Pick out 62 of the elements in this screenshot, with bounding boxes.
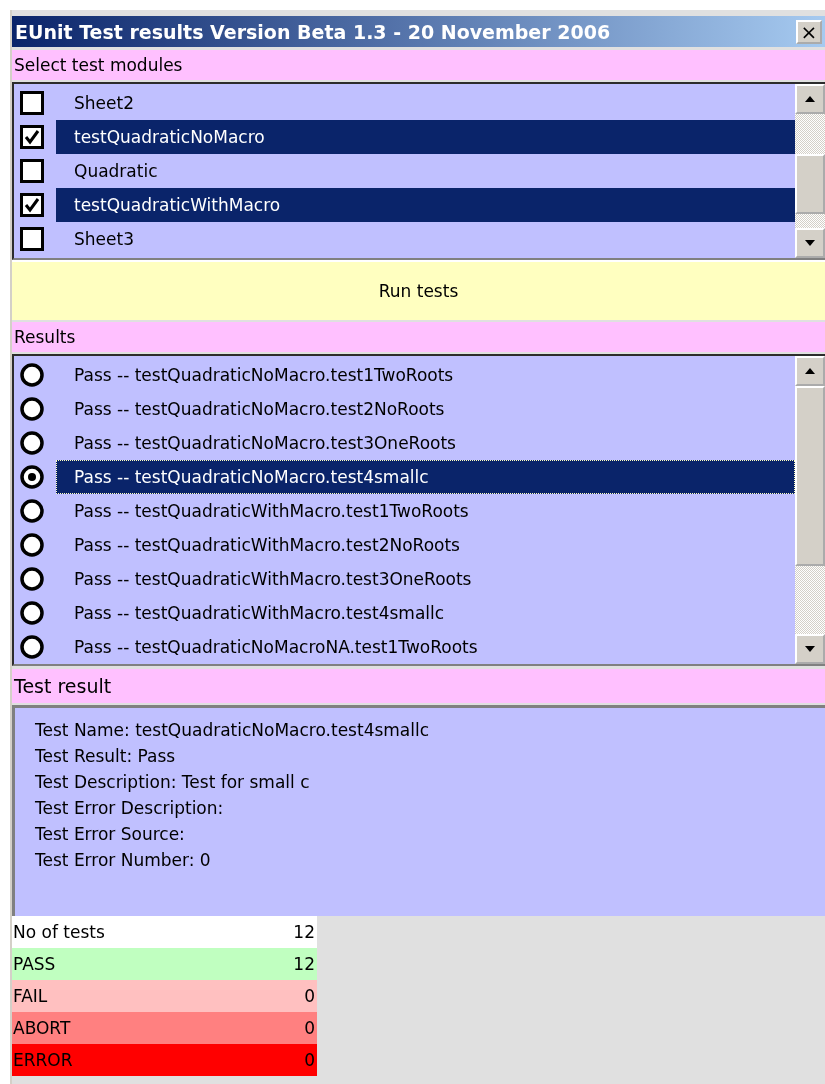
radio-button[interactable] [20, 397, 44, 421]
result-detail-line: Test Error Number: 0 [35, 850, 212, 872]
module-item[interactable]: testQuadraticNoMacro [56, 120, 795, 154]
summary-count: 12 [293, 954, 315, 974]
summary-label: ERROR [13, 1050, 73, 1070]
scroll-down-button[interactable] [795, 228, 825, 258]
result-item[interactable]: Pass -- testQuadraticWithMacro.test3OneRoots [56, 562, 795, 596]
scroll-up-button[interactable] [795, 84, 825, 114]
close-button[interactable]: × [796, 19, 822, 44]
run-tests-button[interactable]: Run tests [12, 260, 825, 320]
result-item[interactable]: Pass -- testQuadraticWithMacro.test4smallc [56, 596, 795, 630]
scrollbar[interactable] [795, 356, 825, 664]
radio-button[interactable] [20, 499, 44, 523]
result-detail-line: Test Result: Pass [35, 746, 177, 768]
radio-button[interactable] [20, 567, 44, 591]
radio-button[interactable] [20, 465, 44, 489]
summary-label: FAIL [13, 986, 48, 1006]
summary-count: 0 [304, 986, 315, 1006]
scroll-up-button[interactable] [795, 356, 825, 386]
section-label: Results [14, 327, 76, 347]
result-item[interactable]: Pass -- testQuadraticNoMacro.test1TwoRoots [56, 358, 795, 392]
radio-button[interactable] [20, 363, 44, 387]
checkbox[interactable] [20, 227, 44, 251]
scroll-down-button[interactable] [795, 634, 825, 664]
result-item[interactable]: Pass -- testQuadraticWithMacro.test2NoRoots [56, 528, 795, 562]
radio-button[interactable] [20, 533, 44, 557]
scroll-thumb[interactable] [795, 386, 825, 566]
result-detail-line: Test Error Description: [35, 798, 225, 820]
radio-button[interactable] [20, 601, 44, 625]
result-item[interactable]: Pass -- testQuadraticNoMacro.test2NoRoots [56, 392, 795, 426]
checkbox[interactable] [20, 91, 44, 115]
result-detail-line: Test Description: Test for small c [35, 772, 311, 794]
result-item[interactable]: Pass -- testQuadraticNoMacro.test4smallc [56, 460, 795, 494]
module-item[interactable]: Sheet2 [56, 86, 795, 120]
summary-count: 12 [293, 922, 315, 942]
checkbox[interactable] [20, 159, 44, 183]
module-item[interactable]: testQuadraticWithMacro [56, 188, 795, 222]
radio-button[interactable] [20, 431, 44, 455]
down-arrow-icon [805, 240, 815, 246]
summary-label: No of tests [13, 922, 105, 942]
module-item[interactable]: Sheet3 [56, 222, 795, 256]
result-detail-line: Test Error Source: [35, 824, 186, 846]
result-detail-line: Test Name: testQuadraticNoMacro.test4smallc [35, 720, 431, 742]
down-arrow-icon [805, 646, 815, 652]
result-item[interactable]: Pass -- testQuadraticNoMacroNA.test1TwoRoots [56, 630, 795, 664]
result-item[interactable]: Pass -- testQuadraticNoMacro.test3OneRoots [56, 426, 795, 460]
up-arrow-icon [805, 368, 815, 374]
result-item[interactable]: Pass -- testQuadraticWithMacro.test1TwoRoots [56, 494, 795, 528]
section-label: Test result [14, 675, 112, 697]
summary-count: 0 [304, 1050, 315, 1070]
summary-label: PASS [13, 954, 56, 974]
scroll-thumb[interactable] [795, 154, 825, 214]
summary-count: 0 [304, 1018, 315, 1038]
window-title: EUnit Test results Version Beta 1.3 - 20 November 2006 [15, 20, 611, 43]
scrollbar[interactable] [795, 84, 825, 258]
checkbox[interactable] [20, 125, 44, 149]
up-arrow-icon [805, 96, 815, 102]
module-item[interactable]: Quadratic [56, 154, 795, 188]
checkbox[interactable] [20, 193, 44, 217]
section-label: Select test modules [14, 55, 183, 75]
radio-button[interactable] [20, 635, 44, 659]
summary-label: ABORT [13, 1018, 71, 1038]
